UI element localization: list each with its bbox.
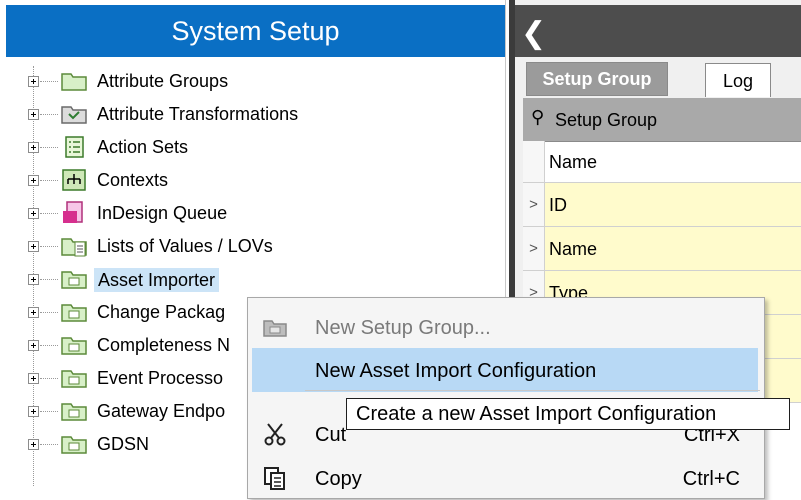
tree-connector xyxy=(40,114,58,115)
action-set-icon xyxy=(65,136,84,158)
grid-row-name-header: Name xyxy=(545,141,801,183)
tree-connector xyxy=(40,246,58,247)
expand-icon[interactable] xyxy=(28,175,39,186)
setup-folder-icon xyxy=(61,337,87,355)
tooltip: Create a new Asset Import Configuration xyxy=(346,398,790,430)
expand-icon[interactable] xyxy=(28,76,39,87)
expand-icon[interactable] xyxy=(28,340,39,351)
menu-item-copy[interactable]: Copy Ctrl+C xyxy=(248,456,762,500)
tree-item-label: Change Packag xyxy=(97,302,226,322)
folder-icon xyxy=(61,73,87,91)
tree-item-indesign-queue[interactable]: InDesign Queue xyxy=(0,198,505,232)
setup-folder-icon xyxy=(61,304,87,322)
lov-icon xyxy=(61,238,87,257)
row-expander[interactable]: > xyxy=(523,227,545,271)
menu-separator xyxy=(305,390,760,391)
row-expander[interactable]: > xyxy=(523,183,545,227)
tree-item-label: GDSN xyxy=(97,434,150,454)
folder-icon xyxy=(263,320,287,337)
tree-item-action-sets[interactable]: Action Sets xyxy=(0,132,505,166)
scissors-icon xyxy=(264,423,286,446)
tree-connector xyxy=(40,180,58,181)
tree-connector xyxy=(40,279,58,280)
grid-row-name[interactable]: Name xyxy=(545,227,801,271)
tree-connector xyxy=(40,411,58,412)
tree-item-label: Event Processo xyxy=(97,368,224,388)
tree-item-label: Action Sets xyxy=(97,137,189,157)
panel-title: System Setup xyxy=(6,5,505,57)
tree-connector xyxy=(40,378,58,379)
expand-icon[interactable] xyxy=(28,109,39,120)
tree-item-attribute-groups[interactable]: Attribute Groups xyxy=(0,66,505,100)
tree-item-label: Attribute Groups xyxy=(97,71,229,91)
tree-item-label: Attribute Transformations xyxy=(97,104,299,124)
tree-item-asset-importer[interactable]: Asset Importer xyxy=(0,264,505,298)
chevron-left-icon[interactable]: ❮ xyxy=(521,19,547,49)
tree-connector xyxy=(40,312,58,313)
row-marker xyxy=(523,141,545,183)
tab-setup-group[interactable]: Setup Group xyxy=(526,62,668,96)
menu-item-new-asset-import-configuration[interactable]: New Asset Import Configuration xyxy=(252,348,758,392)
expand-icon[interactable] xyxy=(28,241,39,252)
expand-icon[interactable] xyxy=(28,208,39,219)
menu-item-label: Cut xyxy=(315,424,347,446)
menu-item-new-setup-group[interactable]: New Setup Group... xyxy=(248,305,762,349)
expand-icon[interactable] xyxy=(28,406,39,417)
expand-icon[interactable] xyxy=(28,307,39,318)
tree-connector xyxy=(40,444,58,445)
tree-connector xyxy=(40,147,58,148)
menu-item-label: New Asset Import Configuration xyxy=(315,360,597,382)
tree-item-label: Lists of Values / LOVs xyxy=(97,236,273,256)
tab-log[interactable]: Log xyxy=(705,63,771,97)
transformation-icon xyxy=(61,106,87,124)
tree-item-attribute-transformations[interactable]: Attribute Transformations xyxy=(0,99,505,133)
tree-item-label: Gateway Endpo xyxy=(97,401,226,421)
menu-item-label: Copy xyxy=(315,468,362,490)
grid-header: ⚲ Setup Group xyxy=(523,98,801,142)
expand-icon[interactable] xyxy=(28,142,39,153)
indesign-queue-icon xyxy=(63,201,83,223)
expand-icon[interactable] xyxy=(28,373,39,384)
pin-icon[interactable]: ⚲ xyxy=(531,107,544,128)
tree-item-lists-of-values[interactable]: Lists of Values / LOVs xyxy=(0,231,505,265)
grid-row-id[interactable]: ID xyxy=(545,183,801,227)
expand-icon[interactable] xyxy=(28,274,39,285)
setup-folder-icon xyxy=(61,403,87,421)
tree-item-contexts[interactable]: Contexts xyxy=(0,165,505,199)
tree-item-label: Completeness N xyxy=(97,335,231,355)
setup-folder-icon xyxy=(61,436,87,454)
tree-connector xyxy=(40,213,58,214)
setup-folder-icon xyxy=(61,271,87,289)
tree-item-label: Asset Importer xyxy=(94,268,220,292)
contexts-icon xyxy=(62,169,86,191)
editor-header: ❮ xyxy=(515,5,801,57)
expand-icon[interactable] xyxy=(28,439,39,450)
setup-folder-icon xyxy=(61,370,87,388)
copy-icon xyxy=(264,467,285,490)
menu-item-shortcut: Ctrl+C xyxy=(682,468,740,490)
menu-item-label: New Setup Group... xyxy=(315,317,491,339)
tree-connector xyxy=(40,81,58,82)
tree-item-label: InDesign Queue xyxy=(97,203,228,223)
tree-connector xyxy=(40,345,58,346)
tree-item-label: Contexts xyxy=(97,170,169,190)
grid-header-label: Setup Group xyxy=(555,110,658,130)
